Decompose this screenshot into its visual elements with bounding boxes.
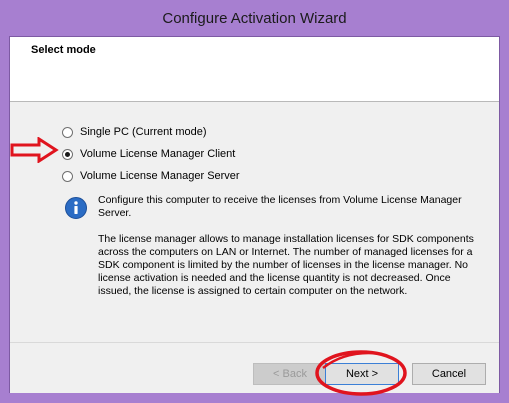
vlm-client-radio[interactable] <box>62 148 73 160</box>
wizard-header: Select mode <box>10 37 499 102</box>
info-paragraph-1: Configure this computer to receive the l… <box>98 194 462 219</box>
annotation-circle-icon <box>315 350 407 396</box>
wizard-client-area: Select mode Single PC (Current mode) Vol… <box>9 36 500 393</box>
wizard-footer: < Back Next > Cancel <box>10 342 499 393</box>
wizard-window: Configure Activation Wizard Select mode … <box>0 0 509 403</box>
info-paragraph-2: The license manager allows to manage ins… <box>98 233 474 297</box>
mode-options: Single PC (Current mode) Volume License … <box>62 121 240 187</box>
window-title: Configure Activation Wizard <box>162 9 347 27</box>
single-pc-radio[interactable] <box>62 126 73 138</box>
cancel-button[interactable]: Cancel <box>412 363 486 385</box>
info-description: Configure this computer to receive the l… <box>98 194 483 311</box>
vlm-server-label[interactable]: Volume License Manager Server <box>80 170 240 182</box>
title-bar[interactable]: Configure Activation Wizard <box>0 0 509 36</box>
option-vlm-server[interactable]: Volume License Manager Server <box>62 165 240 187</box>
option-vlm-client[interactable]: Volume License Manager Client <box>62 143 240 165</box>
info-icon <box>65 197 87 219</box>
option-single-pc[interactable]: Single PC (Current mode) <box>62 121 240 143</box>
wizard-body: Single PC (Current mode) Volume License … <box>10 102 499 342</box>
vlm-server-radio[interactable] <box>62 170 73 182</box>
vlm-client-label[interactable]: Volume License Manager Client <box>80 148 235 160</box>
annotation-arrow-icon <box>10 137 59 163</box>
page-title: Select mode <box>31 44 96 56</box>
single-pc-label[interactable]: Single PC (Current mode) <box>80 126 207 138</box>
